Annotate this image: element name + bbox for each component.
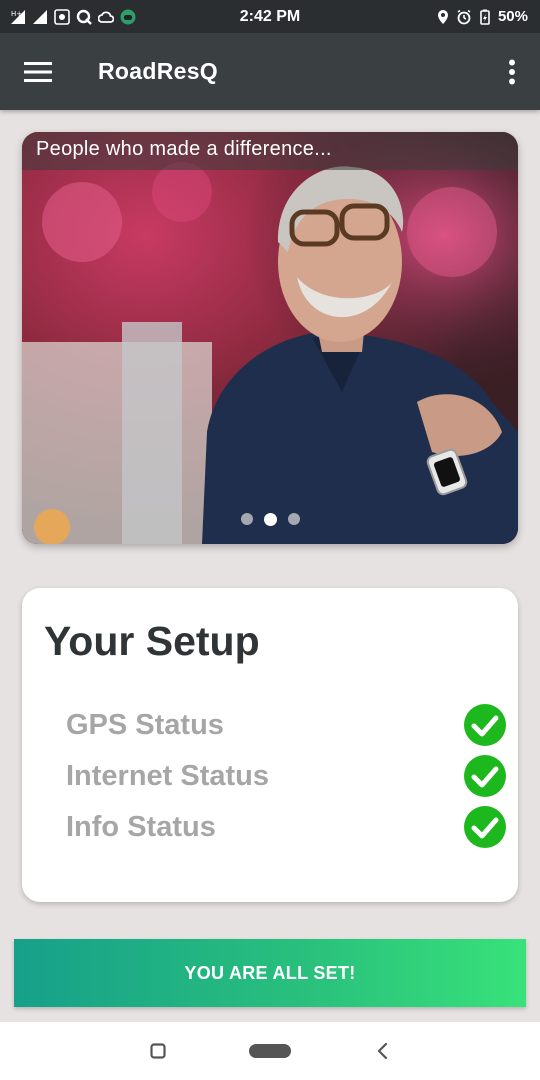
app-title: RoadResQ — [98, 58, 218, 84]
internet-status-row: Internet Status — [66, 754, 506, 798]
home-icon — [249, 1044, 291, 1058]
internet-status-label: Internet Status — [66, 759, 270, 792]
check-circle-icon — [464, 755, 506, 797]
more-vertical-icon — [509, 59, 515, 84]
carousel-dot-2[interactable] — [263, 513, 277, 526]
location-icon — [437, 9, 448, 24]
status-bar: H+ 2:42 PM 50% — [0, 0, 540, 33]
system-nav-bar — [0, 1022, 540, 1080]
status-right-icons: 50% — [435, 8, 528, 25]
battery-percent: 50% — [497, 8, 528, 25]
carousel-dot-3[interactable] — [287, 513, 300, 525]
carousel-photo — [22, 132, 518, 544]
alarm-icon — [457, 9, 471, 24]
back-icon — [377, 1042, 388, 1060]
menu-button[interactable] — [16, 50, 60, 94]
recents-icon — [150, 1043, 166, 1059]
back-button[interactable] — [370, 1038, 394, 1064]
overflow-menu-button[interactable] — [498, 50, 526, 94]
setup-title: Your Setup — [44, 618, 260, 664]
all-set-button[interactable]: YOU ARE ALL SET! — [14, 939, 526, 1007]
gps-status-row: GPS Status — [66, 703, 506, 747]
carousel-dot-1[interactable] — [240, 513, 253, 525]
hamburger-menu-icon — [24, 61, 52, 82]
gps-status-label: GPS Status — [66, 708, 224, 741]
carousel-caption: People who made a difference... — [22, 132, 518, 170]
setup-card: Your Setup GPS Status Internet Status In… — [22, 588, 518, 902]
info-status-row: Info Status — [66, 805, 506, 849]
carousel-indicators — [22, 513, 518, 526]
app-bar: RoadResQ — [0, 33, 540, 110]
recents-button[interactable] — [146, 1038, 170, 1064]
info-status-label: Info Status — [66, 810, 216, 843]
home-button[interactable] — [246, 1040, 294, 1062]
battery-icon — [480, 9, 490, 25]
check-circle-icon — [464, 806, 506, 848]
image-carousel[interactable]: People who made a difference... — [22, 132, 518, 544]
check-circle-icon — [464, 704, 506, 746]
